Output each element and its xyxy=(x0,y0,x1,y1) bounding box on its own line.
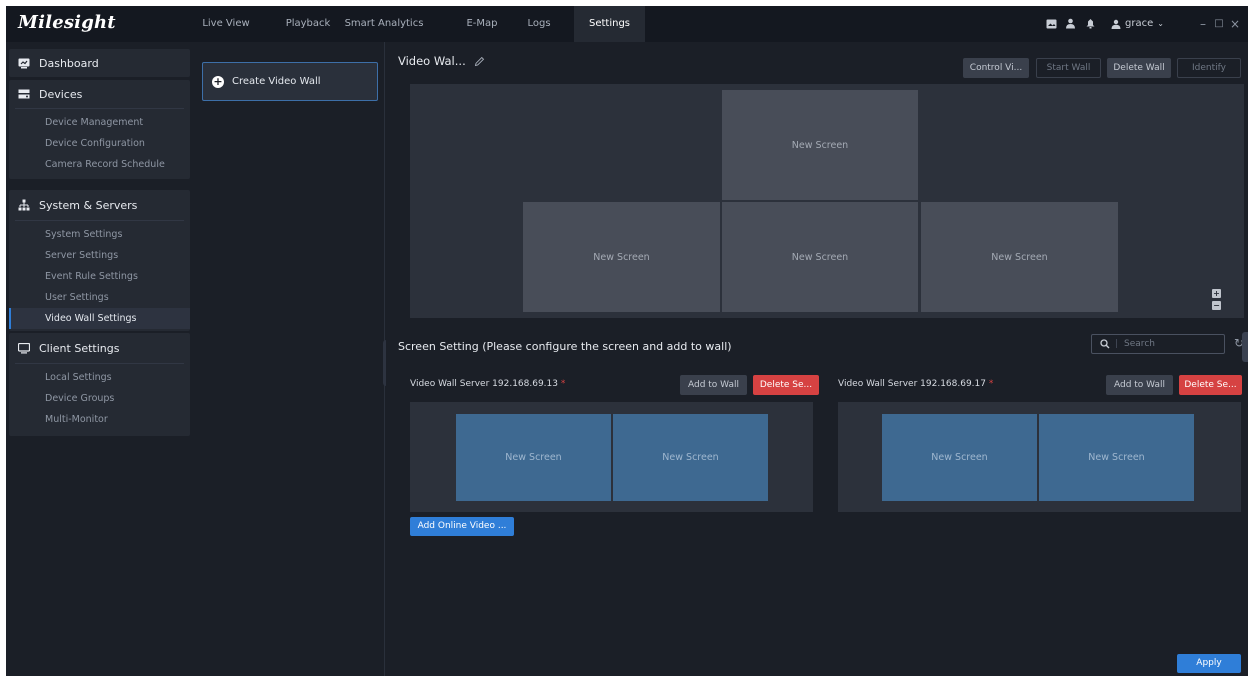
sidebar-item-system-settings[interactable]: System Settings xyxy=(9,224,190,245)
search-icon xyxy=(1100,339,1110,349)
sidebar-item-device-configuration[interactable]: Device Configuration xyxy=(9,133,190,154)
tab-playback[interactable]: Playback xyxy=(283,6,333,42)
wall-screen[interactable]: New Screen xyxy=(722,90,918,200)
user-icon xyxy=(1111,19,1121,29)
image-icon[interactable] xyxy=(1045,17,1058,30)
add-to-wall-button[interactable]: Add to Wall xyxy=(1106,375,1173,395)
sidebar-item-user-settings[interactable]: User Settings xyxy=(9,287,190,308)
sidebar-item-device-groups[interactable]: Device Groups xyxy=(9,388,190,409)
delete-server-button[interactable]: Delete Se... xyxy=(753,375,819,395)
start-wall-button[interactable]: Start Wall xyxy=(1036,58,1101,78)
username: grace xyxy=(1125,18,1154,29)
video-wall-title-row: Video Wal... xyxy=(398,54,485,68)
sidebar: Dashboard Devices Device Management Devi… xyxy=(6,42,196,676)
edit-pencil-icon[interactable] xyxy=(474,56,485,67)
tab-settings[interactable]: Settings xyxy=(574,6,645,42)
sidebar-label: System & Servers xyxy=(39,198,138,212)
sidebar-group-devices: Devices Device Management Device Configu… xyxy=(9,80,190,179)
sidebar-item-multi-monitor[interactable]: Multi-Monitor xyxy=(9,409,190,430)
control-video-wall-button[interactable]: Control Vi... xyxy=(963,58,1029,78)
delete-server-button[interactable]: Delete Se... xyxy=(1179,375,1242,395)
close-icon[interactable]: × xyxy=(1228,6,1242,42)
apply-button[interactable]: Apply xyxy=(1177,654,1241,673)
tab-logs[interactable]: Logs xyxy=(520,6,558,42)
app-window: Milesight Live View Playback Smart Analy… xyxy=(6,6,1248,676)
alarm-icon[interactable] xyxy=(1084,17,1097,30)
screen-setting-title: Screen Setting (Please configure the scr… xyxy=(398,340,732,353)
network-icon xyxy=(18,199,30,211)
server-name: Video Wall Server 192.168.69.17 xyxy=(838,379,986,389)
search-placeholder: Search xyxy=(1124,339,1155,349)
app-logo: Milesight xyxy=(18,12,116,33)
video-wall-title: Video Wal... xyxy=(398,54,466,68)
top-bar: Milesight Live View Playback Smart Analy… xyxy=(6,6,1248,42)
sidebar-group-dashboard: Dashboard xyxy=(9,49,190,77)
sidebar-item-dashboard[interactable]: Dashboard xyxy=(9,49,190,77)
minimize-icon[interactable]: – xyxy=(1196,6,1210,42)
maximize-icon[interactable]: □ xyxy=(1212,6,1226,42)
delete-wall-button[interactable]: Delete Wall xyxy=(1107,58,1171,78)
dashboard-icon xyxy=(18,57,30,69)
sidebar-item-local-settings[interactable]: Local Settings xyxy=(9,367,190,388)
right-panel-handle[interactable] xyxy=(1242,332,1248,362)
search-separator: | xyxy=(1115,339,1119,349)
server-label-1: Video Wall Server 192.168.69.13 * xyxy=(410,379,565,389)
sidebar-label: Client Settings xyxy=(39,341,120,355)
wall-screen[interactable]: New Screen xyxy=(523,202,720,312)
user-menu[interactable]: grace ⌄ xyxy=(1111,6,1164,42)
monitor-icon xyxy=(18,342,30,354)
sidebar-label: Devices xyxy=(39,87,83,101)
wall-screen[interactable]: New Screen xyxy=(722,202,918,312)
chevron-down-icon: ⌄ xyxy=(1157,19,1164,28)
sidebar-label: Dashboard xyxy=(39,56,99,70)
plus-circle-icon: + xyxy=(212,74,224,88)
main-panel: Video Wal... Control Vi... Start Wall De… xyxy=(386,42,1248,676)
sidebar-item-devices[interactable]: Devices xyxy=(9,80,190,108)
identify-button[interactable]: Identify xyxy=(1177,58,1241,78)
sidebar-item-system-servers[interactable]: System & Servers xyxy=(9,190,190,220)
required-marker: * xyxy=(560,379,566,389)
zoom-out-icon[interactable]: − xyxy=(1212,301,1221,310)
sidebar-item-server-settings[interactable]: Server Settings xyxy=(9,245,190,266)
tab-smart-analytics[interactable]: Smart Analytics xyxy=(343,6,425,42)
server-screen[interactable]: New Screen xyxy=(613,414,768,501)
wall-screen[interactable]: New Screen xyxy=(921,202,1118,312)
server-screen-panel: New Screen New Screen xyxy=(410,402,813,512)
add-online-video-wall-server-button[interactable]: Add Online Video ... xyxy=(410,517,514,536)
sidebar-item-video-wall-settings[interactable]: Video Wall Settings xyxy=(9,308,190,329)
sidebar-item-device-management[interactable]: Device Management xyxy=(9,112,190,133)
server-screen[interactable]: New Screen xyxy=(882,414,1037,501)
create-video-wall-button[interactable]: + Create Video Wall xyxy=(202,62,378,101)
sidebar-item-camera-record-schedule[interactable]: Camera Record Schedule xyxy=(9,154,190,175)
server-name: Video Wall Server 192.168.69.13 xyxy=(410,379,558,389)
tab-live-view[interactable]: Live View xyxy=(201,6,251,42)
server-screen[interactable]: New Screen xyxy=(1039,414,1194,501)
sidebar-group-client: Client Settings Local Settings Device Gr… xyxy=(9,333,190,436)
search-input[interactable]: | Search xyxy=(1091,334,1225,354)
video-wall-canvas[interactable]: New Screen New Screen New Screen New Scr… xyxy=(410,84,1244,318)
sidebar-group-system: System & Servers System Settings Server … xyxy=(9,190,190,331)
server-screen-panel: New Screen New Screen xyxy=(838,402,1241,512)
required-marker: * xyxy=(988,379,994,389)
add-to-wall-button[interactable]: Add to Wall xyxy=(680,375,747,395)
devices-icon xyxy=(18,88,30,100)
server-screen[interactable]: New Screen xyxy=(456,414,611,501)
sidebar-item-event-rule-settings[interactable]: Event Rule Settings xyxy=(9,266,190,287)
zoom-in-icon[interactable]: + xyxy=(1212,289,1221,298)
tab-e-map[interactable]: E-Map xyxy=(462,6,502,42)
create-video-wall-label: Create Video Wall xyxy=(232,76,321,87)
server-label-2: Video Wall Server 192.168.69.17 * xyxy=(838,379,993,389)
video-wall-list: + Create Video Wall xyxy=(196,42,385,676)
sidebar-item-client-settings[interactable]: Client Settings xyxy=(9,333,190,363)
user-admin-icon[interactable] xyxy=(1064,17,1077,30)
